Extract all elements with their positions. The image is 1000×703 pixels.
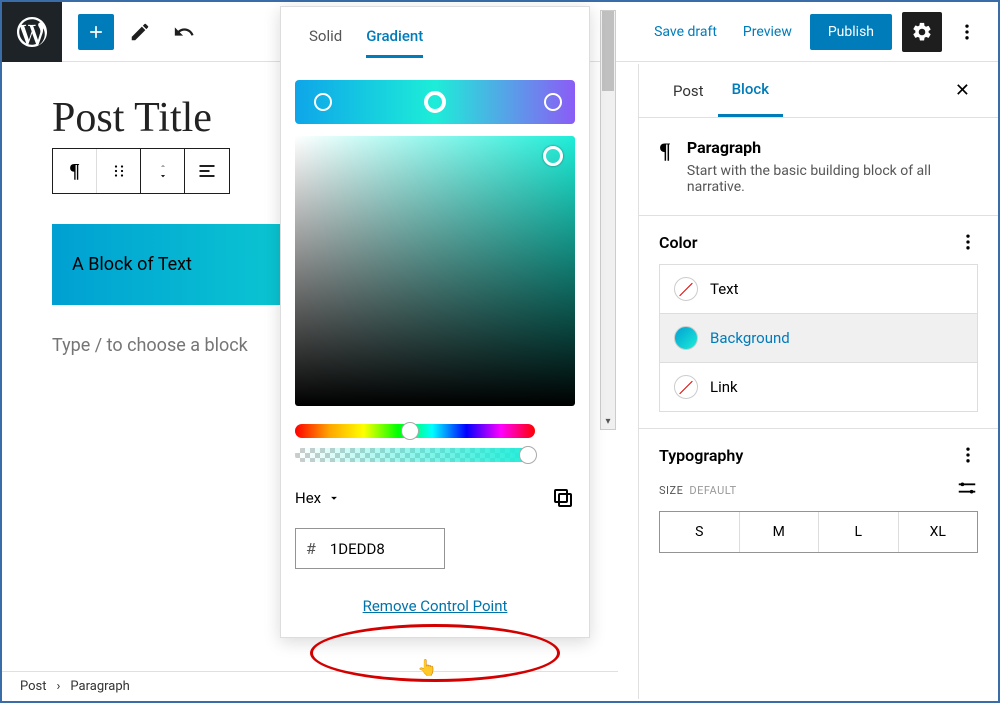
panel-more-icon[interactable] (958, 445, 978, 465)
custom-size-icon[interactable] (956, 477, 978, 503)
settings-button[interactable] (902, 12, 942, 52)
tab-post[interactable]: Post (659, 66, 718, 116)
breadcrumb: Post › Paragraph (2, 671, 618, 701)
gradient-stop-0[interactable] (314, 93, 332, 111)
sidebar-tabs: Post Block ✕ (639, 64, 998, 118)
scroll-down-arrow[interactable]: ▾ (601, 413, 615, 429)
size-xl[interactable]: XL (898, 512, 978, 552)
block-toolbar: ¶ (52, 148, 230, 194)
hue-thumb[interactable] (401, 422, 419, 440)
swatch-gradient-icon (674, 326, 698, 350)
size-m[interactable]: M (739, 512, 819, 552)
copy-color-icon[interactable] (551, 486, 575, 510)
align-icon[interactable] (185, 149, 229, 193)
color-list: Text Background Link (659, 264, 978, 412)
preview-button[interactable]: Preview (735, 16, 800, 48)
chevron-down-icon (327, 491, 341, 505)
paragraph-block-icon[interactable]: ¶ (53, 149, 97, 193)
add-block-button[interactable] (78, 14, 114, 50)
breadcrumb-root[interactable]: Post (20, 679, 47, 694)
breadcrumb-separator: › (57, 679, 61, 694)
hex-input-wrapper: # (295, 528, 445, 569)
remove-control-point-link[interactable]: Remove Control Point (295, 597, 575, 623)
save-draft-button[interactable]: Save draft (646, 16, 725, 48)
color-item-label: Text (710, 280, 739, 298)
popover-scrollbar[interactable]: ▾ (600, 10, 616, 430)
typography-panel-title: Typography (659, 446, 743, 465)
picker-tabs: Solid Gradient (295, 21, 575, 72)
edit-mode-icon[interactable] (122, 14, 158, 50)
typography-panel: Typography SIZEDEFAULT S M L XL (639, 428, 998, 569)
saturation-panel[interactable] (295, 136, 575, 406)
block-description: ¶ Paragraph Start with the basic buildin… (639, 118, 998, 215)
settings-sidebar: Post Block ✕ ¶ Paragraph Start with the … (638, 64, 998, 699)
format-label: Hex (295, 489, 321, 507)
hue-slider[interactable] (295, 424, 535, 438)
panel-more-icon[interactable] (958, 232, 978, 252)
close-sidebar-icon[interactable]: ✕ (947, 72, 978, 109)
color-panel-title: Color (659, 233, 697, 252)
wordpress-logo[interactable] (2, 2, 62, 62)
color-format-select[interactable]: Hex (295, 489, 341, 507)
gradient-bar[interactable] (295, 80, 575, 124)
block-name: Paragraph (687, 138, 978, 157)
hex-prefix: # (296, 529, 326, 568)
saturation-thumb[interactable] (543, 146, 563, 166)
more-options-button[interactable] (952, 12, 982, 52)
undo-icon[interactable] (166, 14, 202, 50)
tab-block[interactable]: Block (718, 64, 783, 117)
alpha-slider[interactable] (295, 448, 535, 462)
tab-gradient[interactable]: Gradient (366, 27, 423, 58)
scrollbar-thumb[interactable] (602, 11, 614, 91)
size-label: SIZEDEFAULT (659, 484, 737, 497)
tab-solid[interactable]: Solid (309, 27, 342, 58)
drag-handle-icon[interactable] (97, 149, 141, 193)
color-item-background[interactable]: Background (660, 313, 977, 362)
size-s[interactable]: S (660, 512, 739, 552)
alpha-thumb[interactable] (519, 446, 537, 464)
color-picker-popover: Solid Gradient Hex # Remove Control Poin… (280, 6, 590, 638)
color-item-label: Background (710, 329, 790, 347)
color-panel: Color Text Background Link (639, 215, 998, 428)
publish-button[interactable]: Publish (810, 14, 892, 50)
size-l[interactable]: L (818, 512, 898, 552)
breadcrumb-current[interactable]: Paragraph (70, 679, 129, 694)
block-desc-text: Start with the basic building block of a… (687, 163, 978, 195)
swatch-none-icon (674, 277, 698, 301)
color-item-label: Link (710, 378, 738, 396)
color-item-link[interactable]: Link (660, 362, 977, 411)
move-arrows[interactable] (141, 149, 185, 193)
gradient-stop-2[interactable] (544, 93, 562, 111)
gradient-stop-1[interactable] (424, 91, 446, 113)
size-options: S M L XL (659, 511, 978, 553)
paragraph-icon: ¶ (659, 138, 671, 195)
hex-input[interactable] (326, 529, 426, 568)
swatch-none-icon (674, 375, 698, 399)
color-item-text[interactable]: Text (660, 265, 977, 313)
